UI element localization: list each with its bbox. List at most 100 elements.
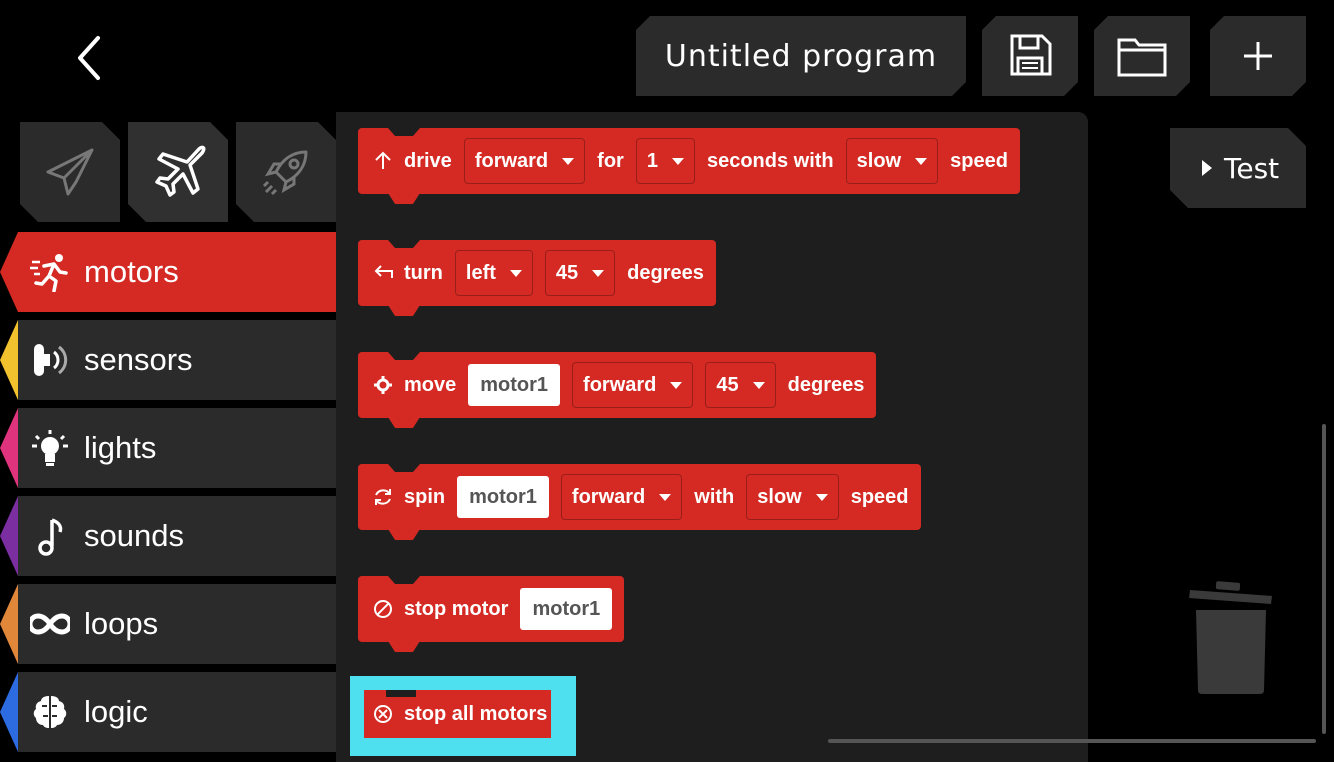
category-loops[interactable]: loops [0,584,336,664]
device-tab-glider[interactable] [20,122,120,222]
caret-down-icon [815,493,828,501]
caret-down-icon [562,157,575,165]
speed-dropdown[interactable]: slow [845,138,939,184]
category-label: sensors [84,342,193,377]
drive-block[interactable]: drive forward for 1 seconds with slow sp… [358,128,1020,204]
category-color-strip [0,496,18,576]
motor-field[interactable]: motor1 [457,476,549,518]
spin-block[interactable]: spin motor1 forward with slow speed [358,464,921,540]
block-notch [388,576,420,584]
stop-all-keyword: stop all motors [404,702,548,725]
back-button[interactable] [60,28,120,88]
dropdown-value: left [465,261,496,284]
for-keyword: for [597,149,624,172]
open-button[interactable] [1094,16,1190,96]
brain-icon [33,696,67,728]
block-tab [388,305,420,316]
new-program-button[interactable] [1210,16,1306,96]
category-sounds[interactable]: sounds [0,496,336,576]
motor-field[interactable]: motor1 [520,588,613,630]
direction-dropdown[interactable]: forward [463,138,586,184]
degrees-keyword: degrees [627,261,704,284]
category-label: motors [84,254,179,289]
direction-dropdown[interactable]: forward [560,474,683,520]
caret-down-icon [915,157,928,165]
play-icon [1200,158,1214,178]
category-color-strip [0,320,18,400]
device-tab-rocket[interactable] [236,122,336,222]
test-button[interactable]: Test [1170,128,1306,208]
vertical-scrollbar[interactable] [1322,424,1326,734]
block-notch [388,464,420,472]
program-title: Untitled program [664,38,938,74]
category-label: loops [84,606,159,641]
category-color-strip [0,584,18,664]
motor-field[interactable]: motor1 [468,364,561,406]
category-motors[interactable]: motors [0,232,336,312]
save-button[interactable] [982,16,1078,96]
dropdown-value: 45 [716,373,739,396]
speed-dropdown[interactable]: slow [746,474,839,520]
folder-icon [1116,34,1168,78]
speed-keyword: speed [950,149,1008,172]
trash-button[interactable] [1186,580,1276,700]
caret-down-icon [509,269,522,277]
dropdown-value: forward [474,149,549,172]
block-tab [388,529,420,540]
block-notch [388,240,420,248]
stop-motor-keyword: stop motor [404,597,509,620]
floppy-disk-icon [1006,32,1054,80]
category-logic[interactable]: logic [0,672,336,752]
seconds-with-keyword: seconds with [706,149,834,172]
caret-down-icon [659,493,672,501]
category-color-strip [0,672,18,752]
stop-all-motors-block[interactable]: stop all motors [364,690,552,738]
turn-left-arrow-icon [374,265,393,278]
infinity-icon [30,613,70,635]
category-color-strip [0,232,18,312]
running-figure-icon [30,254,68,292]
category-lights[interactable]: lights [0,408,336,488]
test-label: Test [1224,151,1280,185]
turn-keyword: turn [404,261,443,284]
degrees-dropdown[interactable]: 45 [705,362,776,408]
plus-icon [1238,36,1278,76]
caret-down-icon [752,381,765,389]
degrees-dropdown[interactable]: 45 [544,250,616,296]
device-tab-airplane[interactable] [128,122,228,222]
category-label: lights [84,430,157,465]
music-note-icon [38,518,63,556]
block-notch [386,690,416,697]
turn-block[interactable]: turn left 45 degrees [358,240,716,316]
stop-motor-block[interactable]: stop motor motor1 [358,576,625,652]
sensor-icon [34,344,68,376]
trash-icon [1189,581,1272,694]
duration-dropdown[interactable]: 1 [635,138,695,184]
block-palette[interactable]: drive forward for 1 seconds with slow sp… [336,112,1088,762]
horizontal-scrollbar[interactable] [828,739,1316,743]
category-sensors[interactable]: sensors [0,320,336,400]
arrow-up-icon [375,151,391,169]
category-label: logic [84,694,148,729]
move-keyword: move [404,373,457,396]
dropdown-value: 1 [646,149,658,172]
dropdown-value: forward [571,485,646,508]
move-block[interactable]: move motor1 forward 45 degrees [358,352,877,428]
circle-x-icon [374,705,392,723]
spin-keyword: spin [404,485,446,508]
direction-dropdown[interactable]: forward [572,362,694,408]
block-notch [388,128,420,136]
motor-gear-icon [374,376,392,394]
dropdown-value: forward [583,373,657,396]
no-entry-icon [374,600,392,618]
paper-plane-icon [42,144,98,200]
direction-dropdown[interactable]: left [454,250,533,296]
caret-down-icon [671,157,684,165]
degrees-keyword: degrees [787,373,865,396]
speed-keyword: speed [850,485,909,508]
block-tab [388,641,420,652]
lightbulb-icon [32,430,68,466]
program-title-button[interactable]: Untitled program [636,16,966,96]
dropdown-value: slow [856,149,902,172]
block-tab [388,417,420,428]
